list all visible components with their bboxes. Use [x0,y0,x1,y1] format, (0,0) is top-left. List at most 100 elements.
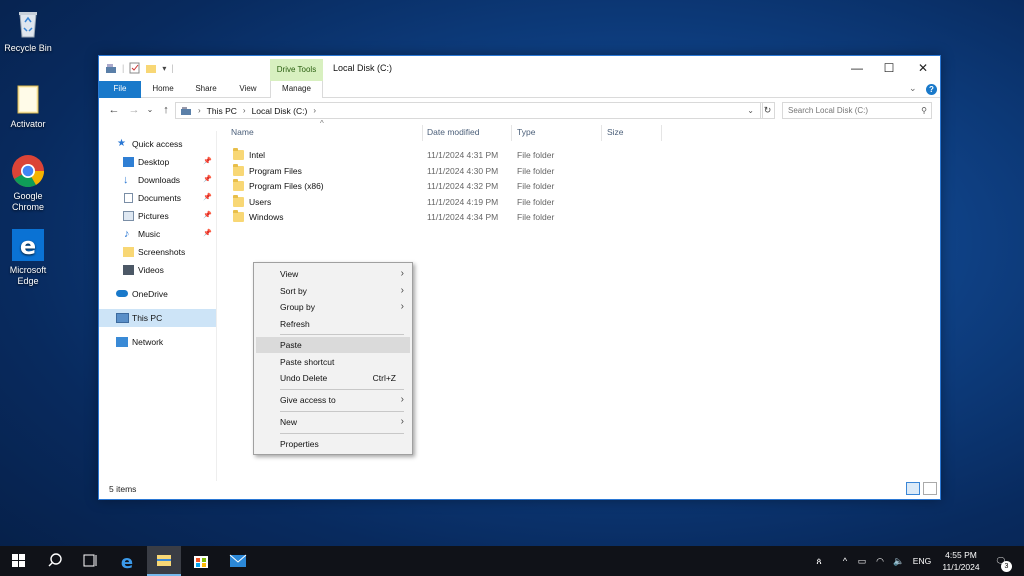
breadcrumb-this-pc[interactable]: This PC [207,106,237,116]
tab-file[interactable]: File [99,81,141,98]
desktop-icon-chrome[interactable]: Google Chrome [0,154,56,213]
notification-button[interactable]: 🗨 3 [990,546,1012,576]
start-button[interactable] [1,546,35,576]
file-row[interactable]: Windows 11/1/2024 4:34 PM File folder [229,210,649,225]
desktop-icon-edge[interactable]: e Microsoft Edge [0,228,56,287]
this-pc-icon [181,106,191,115]
taskbar-store[interactable] [184,546,218,576]
file-row[interactable]: Intel 11/1/2024 4:31 PM File folder [229,148,649,163]
nav-item-music[interactable]: ♪ Music 📌 [99,225,216,243]
up-button[interactable]: ↑ [159,103,173,117]
nav-item-onedrive[interactable]: OneDrive [99,285,216,303]
menu-item-paste-shortcut[interactable]: Paste shortcut [256,354,410,370]
menu-item-properties[interactable]: Properties [256,436,410,452]
chevron-up-icon[interactable]: ^ [838,546,852,576]
minimize-button[interactable]: — [843,60,871,76]
chrome-icon [11,154,45,188]
desktop-icon-label: Google Chrome [11,191,44,212]
large-icons-view-button[interactable] [923,482,937,495]
checklist-icon[interactable] [129,62,140,74]
menu-item-group-by[interactable]: Group by › [256,299,410,315]
file-row[interactable]: Users 11/1/2024 4:19 PM File folder [229,194,649,210]
back-button[interactable]: ← [107,103,121,117]
navigation-pane: ★ Quick access Desktop 📌 ↓ Downloads 📌 D… [99,131,217,481]
taskbar-mail[interactable] [221,546,255,576]
properties-icon[interactable] [105,63,117,74]
task-view-button[interactable] [72,546,106,576]
forward-button[interactable]: → [127,103,141,117]
desktop-icon-recycle-bin[interactable]: Recycle Bin [0,6,56,54]
menu-item-refresh[interactable]: Refresh [256,316,410,332]
column-header-date[interactable]: Date modified [427,127,479,137]
close-button[interactable]: ✕ [909,60,937,76]
clock[interactable]: 4:55 PM 11/1/2024 [936,549,986,573]
nav-item-pictures[interactable]: Pictures 📌 [99,207,216,225]
nav-item-network[interactable]: Network [99,333,216,351]
new-folder-icon[interactable] [145,63,157,74]
menu-item-label: Undo Delete [280,373,328,383]
chevron-down-icon[interactable]: ▾ [162,64,166,73]
nav-item-videos[interactable]: Videos [99,261,216,279]
nav-item-desktop[interactable]: Desktop 📌 [99,153,216,171]
nav-item-label: Screenshots [138,247,186,257]
tab-share[interactable]: Share [189,81,223,98]
file-name: Program Files [249,165,302,176]
file-type: File folder [517,181,555,191]
folder-icon [233,210,244,222]
file-explorer-window: | ▾ | Drive Tools Local Disk (C:) — ☐ ✕ … [98,55,941,500]
menu-item-undo-delete[interactable]: Undo Delete Ctrl+Z [256,370,410,386]
nav-item-downloads[interactable]: ↓ Downloads 📌 [99,171,216,189]
nav-item-quick-access[interactable]: ★ Quick access [99,135,216,153]
search-box[interactable]: ⚲ [782,102,932,119]
nav-item-label: OneDrive [132,289,168,299]
tab-home[interactable]: Home [145,81,181,98]
maximize-button[interactable]: ☐ [875,60,903,76]
menu-item-view[interactable]: View › [256,266,410,282]
pin-icon: 📌 [203,230,212,237]
column-header-name[interactable]: Name [231,127,254,137]
clock-date: 11/1/2024 [942,562,980,572]
file-row[interactable]: Program Files 11/1/2024 4:30 PM File fol… [229,163,649,179]
item-count: 5 items [109,484,137,494]
breadcrumb-local-disk[interactable]: Local Disk (C:) [252,106,308,116]
search-input[interactable] [788,106,913,115]
nav-item-this-pc[interactable]: This PC [99,309,216,327]
address-dropdown-icon[interactable]: ⌄ [747,106,754,115]
refresh-button[interactable]: ↻ [760,102,775,119]
menu-item-new[interactable]: New › [256,414,410,430]
menu-item-label: New [280,417,298,427]
menu-item-give-access[interactable]: Give access to › [256,392,410,408]
context-menu: View › Sort by › Group by › Refresh Past… [253,262,413,455]
file-name: Windows [249,212,284,222]
search-button[interactable] [38,546,72,576]
nav-item-screenshots[interactable]: Screenshots [99,243,216,261]
details-view-button[interactable] [906,482,920,495]
mail-icon [229,554,247,567]
menu-item-sort-by[interactable]: Sort by › [256,283,410,299]
file-type: File folder [517,165,555,176]
title-bar: | ▾ | Drive Tools Local Disk (C:) — ☐ ✕ [99,56,940,81]
tab-view[interactable]: View [232,81,264,98]
menu-item-paste[interactable]: Paste [256,337,410,353]
language-indicator[interactable]: ENG [910,546,934,576]
desktop-icon-activator[interactable]: Activator [0,82,56,130]
volume-icon[interactable]: 🔈 [890,546,908,576]
nav-item-label: This PC [132,313,163,323]
ribbon-expand-icon[interactable]: ⌄ [909,83,917,94]
address-bar[interactable]: › This PC › Local Disk (C:) › ⌄ [175,102,763,119]
file-row[interactable]: Program Files (x86) 11/1/2024 4:32 PM Fi… [229,179,649,194]
taskbar-edge[interactable]: e [110,546,144,576]
nav-item-documents[interactable]: Documents 📌 [99,189,216,207]
folder-icon [123,247,134,257]
taskbar-file-explorer[interactable] [147,546,181,576]
tab-manage[interactable]: Manage [270,81,323,98]
column-header-type[interactable]: Type [517,127,535,137]
help-icon[interactable]: ? [926,84,937,95]
music-icon: ♪ [124,228,130,240]
wifi-icon[interactable]: ◠ [872,546,888,576]
people-icon[interactable]: ጰ [810,546,828,576]
battery-icon[interactable]: ▭ [854,546,870,576]
column-header-size[interactable]: Size [607,127,624,137]
chevron-right-icon: › [400,416,404,427]
recent-locations-button[interactable]: ⌄ [143,103,157,117]
